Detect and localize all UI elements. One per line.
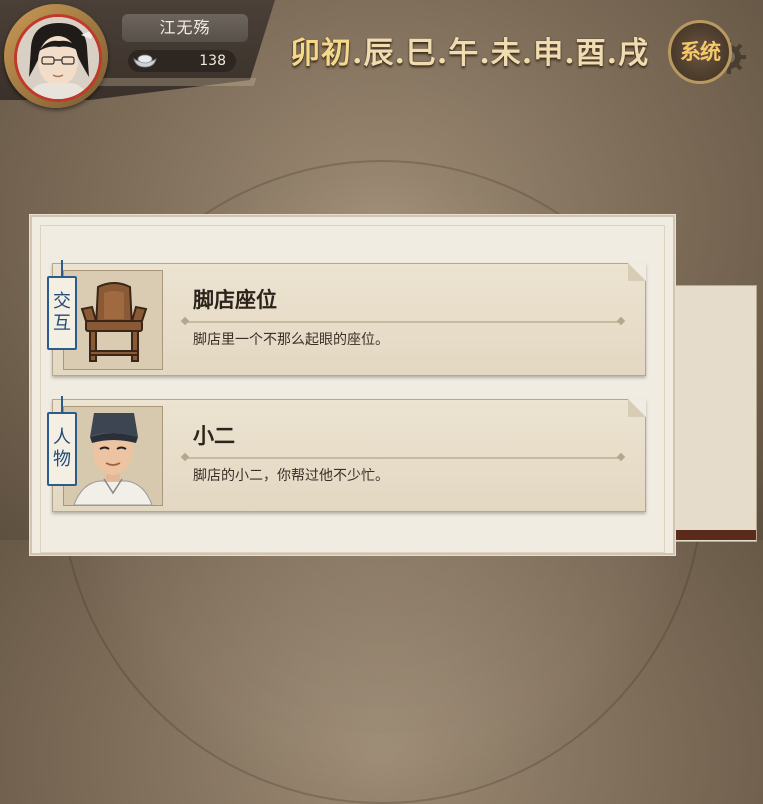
silver-counter: 138: [128, 50, 236, 72]
silver-amount: 138: [199, 53, 226, 69]
dialog-book-page: [676, 285, 757, 542]
avatar: [14, 14, 102, 102]
category-tag-interact: 交 互: [47, 276, 77, 350]
tag-char: 物: [53, 449, 71, 470]
card-description: 脚店的小二，你帮过他不少忙。: [193, 468, 389, 484]
waiter-portrait-icon: [64, 407, 162, 505]
player-name: 江无殇: [122, 14, 248, 42]
system-button[interactable]: 系统: [668, 20, 732, 84]
chair-icon: [64, 271, 162, 369]
tag-char: 交: [53, 291, 71, 312]
interaction-card-seat[interactable]: 交 互 脚店座位 脚店里一个不那么起眼的座位。: [47, 260, 646, 376]
time-of-day-bar: 卯初.辰.巳.午.未.申.酉.戌: [290, 28, 649, 72]
tag-char: 互: [53, 313, 71, 334]
page-fold: [628, 399, 646, 417]
card-title: 小二: [193, 424, 235, 448]
interaction-card-waiter[interactable]: 人 物 小二 脚店的小二，你帮过他不少忙。: [47, 396, 646, 512]
page-fold: [628, 263, 646, 281]
card-divider: [185, 457, 621, 459]
tag-char: 人: [53, 427, 71, 448]
tag-cord: [61, 396, 63, 412]
card-portrait: [63, 270, 163, 370]
card-portrait: [63, 406, 163, 506]
system-button-label: 系统: [680, 39, 721, 64]
silver-ingot-icon: [132, 52, 158, 77]
card-title: 脚店座位: [193, 288, 277, 312]
scholar-portrait-icon: [17, 17, 99, 99]
current-time-period: 卯初: [290, 36, 352, 71]
card-divider: [185, 321, 621, 323]
avatar-frame[interactable]: [4, 4, 108, 108]
dialog-book-cover: [676, 530, 756, 540]
card-description: 脚店里一个不那么起眼的座位。: [193, 332, 389, 348]
category-tag-character: 人 物: [47, 412, 77, 486]
tag-cord: [61, 260, 63, 276]
panel-edge: [88, 78, 257, 86]
time-periods: .辰.巳.午.未.申.酉.戌: [352, 36, 650, 71]
